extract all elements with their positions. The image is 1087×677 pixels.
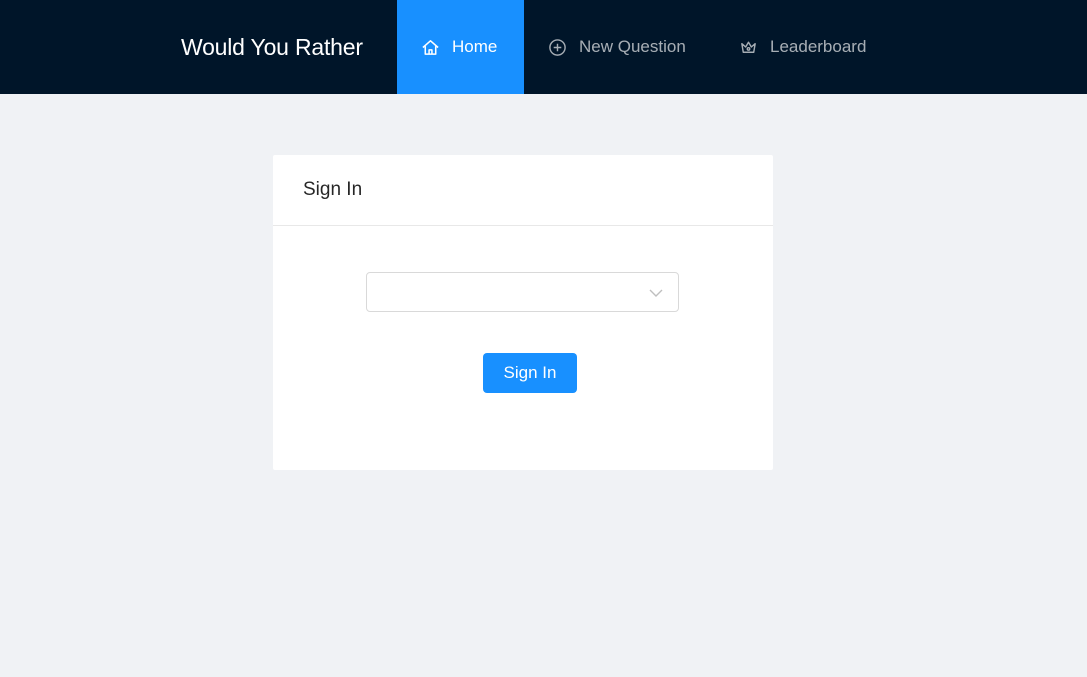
card-header: Sign In bbox=[273, 155, 773, 226]
top-header: Would You Rather Home New Question Leade… bbox=[0, 0, 1087, 94]
plus-circle-icon bbox=[548, 38, 567, 57]
nav-item-new-question[interactable]: New Question bbox=[548, 0, 686, 94]
signin-card: Sign In Sign In bbox=[273, 155, 773, 470]
crown-icon bbox=[739, 38, 758, 57]
nav-item-home[interactable]: Home bbox=[397, 0, 524, 94]
signin-button[interactable]: Sign In bbox=[483, 353, 577, 393]
app-brand: Would You Rather bbox=[181, 34, 363, 60]
nav-item-label: Home bbox=[452, 37, 498, 56]
home-icon bbox=[421, 38, 440, 57]
nav-item-label: Leaderboard bbox=[770, 37, 867, 56]
nav-item-leaderboard[interactable]: Leaderboard bbox=[739, 0, 866, 94]
card-title: Sign In bbox=[303, 179, 363, 200]
user-select[interactable] bbox=[366, 272, 679, 312]
nav-item-label: New Question bbox=[579, 37, 686, 56]
chevron-down-icon bbox=[648, 285, 664, 301]
